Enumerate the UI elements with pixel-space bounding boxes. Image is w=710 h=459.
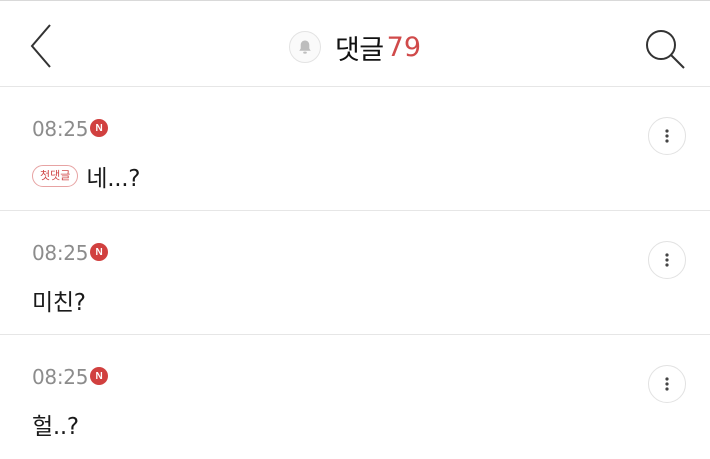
more-vertical-icon (665, 253, 669, 267)
more-vertical-icon (665, 129, 669, 143)
more-options-button[interactable] (648, 117, 686, 155)
more-vertical-icon (665, 377, 669, 391)
comment-text: 네...? (86, 166, 141, 192)
comment-time: 08:25 (32, 365, 89, 389)
header-title-group: 댓글 79 (0, 27, 710, 67)
comment-time: 08:25 (32, 117, 89, 141)
page-title: 댓글 (334, 34, 384, 66)
comment-item: 08:25 N 미친? (0, 211, 710, 335)
comment-meta: 08:25 N (32, 117, 109, 141)
bell-icon (299, 40, 311, 54)
notification-bell-button[interactable] (288, 31, 321, 63)
comment-text: 미친? (32, 290, 86, 316)
search-icon (646, 30, 685, 69)
comment-item: 08:25 N 첫댓글 네...? (0, 87, 710, 211)
comment-item: 08:25 N 헐..? (0, 335, 710, 459)
first-comment-tag: 첫댓글 (32, 165, 79, 187)
comment-count: 79 (386, 31, 422, 63)
header-bar: 댓글 79 (0, 1, 710, 87)
more-options-button[interactable] (648, 365, 686, 403)
comment-meta: 08:25 N (32, 365, 109, 389)
comment-meta: 08:25 N (32, 241, 109, 265)
comment-time: 08:25 (32, 241, 89, 265)
search-button[interactable] (640, 25, 690, 71)
comment-content: 미친? (32, 283, 86, 317)
comment-text: 헐..? (32, 414, 79, 440)
new-badge: N (90, 367, 109, 385)
more-options-button[interactable] (648, 241, 686, 279)
new-badge: N (90, 243, 109, 261)
new-badge: N (90, 119, 109, 137)
comment-content: 헐..? (32, 407, 79, 441)
comment-content: 첫댓글 네...? (32, 159, 140, 193)
